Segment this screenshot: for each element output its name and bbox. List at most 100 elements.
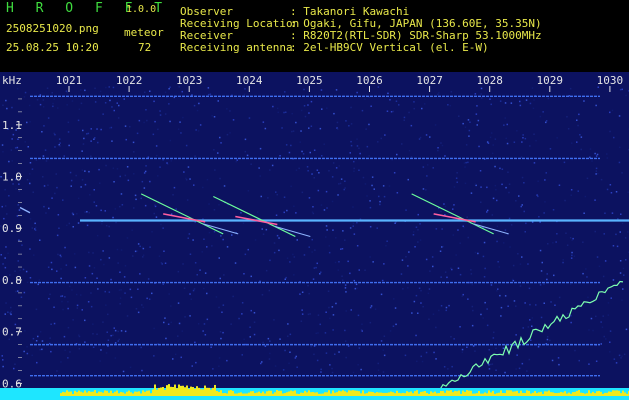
baseline-bar xyxy=(216,390,218,396)
noise-dot xyxy=(72,319,74,321)
noise-dot xyxy=(45,212,47,214)
noise-dot xyxy=(480,186,482,188)
noise-dot xyxy=(119,297,122,299)
noise-dot xyxy=(570,194,572,196)
noise-dot xyxy=(408,251,410,253)
noise-dot xyxy=(459,273,462,276)
noise-dot xyxy=(95,205,98,207)
baseline-bar xyxy=(266,391,268,396)
noise-dot xyxy=(347,260,349,263)
baseline-bar xyxy=(500,390,502,396)
plot-background xyxy=(0,72,629,400)
noise-dot xyxy=(501,168,504,170)
noise-dot xyxy=(459,326,461,328)
noise-dot xyxy=(611,109,614,112)
noise-dot xyxy=(469,121,471,123)
noise-dot xyxy=(217,152,219,154)
noise-dot xyxy=(388,185,391,187)
noise-dot xyxy=(206,178,209,181)
noise-dot xyxy=(92,333,94,335)
baseline-bar xyxy=(486,393,488,396)
baseline-bar xyxy=(324,392,326,396)
noise-dot xyxy=(537,195,539,198)
noise-dot xyxy=(285,276,287,279)
noise-dot xyxy=(524,137,527,140)
noise-dot xyxy=(184,316,186,318)
noise-dot xyxy=(23,291,26,294)
noise-dot xyxy=(432,313,435,315)
baseline-bar xyxy=(466,390,468,396)
noise-dot xyxy=(539,284,542,286)
noise-dot xyxy=(219,277,221,280)
noise-dot xyxy=(149,180,151,183)
baseline-bar xyxy=(280,390,282,396)
noise-dot xyxy=(67,326,70,329)
noise-dot xyxy=(47,184,49,186)
noise-dot xyxy=(117,340,119,342)
noise-dot xyxy=(69,171,72,174)
noise-dot xyxy=(260,362,262,365)
baseline-bar xyxy=(284,393,286,396)
noise-dot xyxy=(49,293,51,296)
noise-dot xyxy=(334,353,336,355)
baseline-bar xyxy=(186,385,188,396)
baseline-bar xyxy=(570,393,572,396)
baseline-bar xyxy=(532,392,534,396)
noise-dot xyxy=(435,326,437,329)
noise-dot xyxy=(466,216,468,218)
noise-dot xyxy=(313,353,315,356)
baseline-bar xyxy=(328,390,330,396)
noise-dot xyxy=(56,270,58,272)
noise-dot xyxy=(417,241,419,243)
noise-dot xyxy=(273,251,276,254)
noise-dot xyxy=(329,317,331,320)
noise-dot xyxy=(323,143,325,145)
noise-dot xyxy=(356,221,358,224)
noise-dot xyxy=(289,351,291,353)
noise-dot xyxy=(563,161,566,164)
noise-dot xyxy=(441,246,443,248)
noise-dot xyxy=(218,204,220,206)
noise-dot xyxy=(316,359,319,362)
noise-dot xyxy=(300,320,303,322)
noise-dot xyxy=(417,213,419,216)
noise-dot xyxy=(146,297,148,300)
noise-dot xyxy=(34,222,36,225)
baseline-bar xyxy=(612,390,614,396)
noise-dot xyxy=(166,162,168,164)
noise-dot xyxy=(594,199,596,201)
baseline-bar xyxy=(148,390,150,396)
noise-dot xyxy=(193,184,195,186)
noise-dot xyxy=(486,308,488,310)
noise-dot xyxy=(29,277,32,279)
noise-dot xyxy=(344,287,347,289)
noise-dot xyxy=(586,276,588,278)
noise-dot xyxy=(308,292,310,295)
noise-dot xyxy=(507,305,509,307)
baseline-bar xyxy=(78,390,80,396)
x-tick-label: 1026 xyxy=(356,74,383,87)
noise-dot xyxy=(410,124,413,127)
noise-dot xyxy=(445,309,447,312)
noise-dot xyxy=(488,364,490,366)
noise-dot xyxy=(183,287,186,289)
baseline-bar xyxy=(350,390,352,396)
noise-dot xyxy=(357,314,360,317)
noise-dot xyxy=(421,360,424,363)
noise-dot xyxy=(333,112,335,115)
noise-dot xyxy=(588,329,590,331)
noise-dot xyxy=(64,246,66,249)
noise-dot xyxy=(232,119,235,121)
noise-dot xyxy=(148,298,151,300)
noise-dot xyxy=(474,350,476,352)
noise-dot xyxy=(477,119,480,122)
noise-dot xyxy=(337,194,339,196)
baseline-bar xyxy=(264,393,266,396)
noise-dot xyxy=(369,200,371,202)
noise-dot xyxy=(530,339,532,341)
noise-dot xyxy=(96,234,99,237)
baseline-bar xyxy=(72,393,74,396)
baseline-bar xyxy=(446,390,448,396)
baseline-bar xyxy=(94,390,96,396)
noise-dot xyxy=(203,238,205,240)
